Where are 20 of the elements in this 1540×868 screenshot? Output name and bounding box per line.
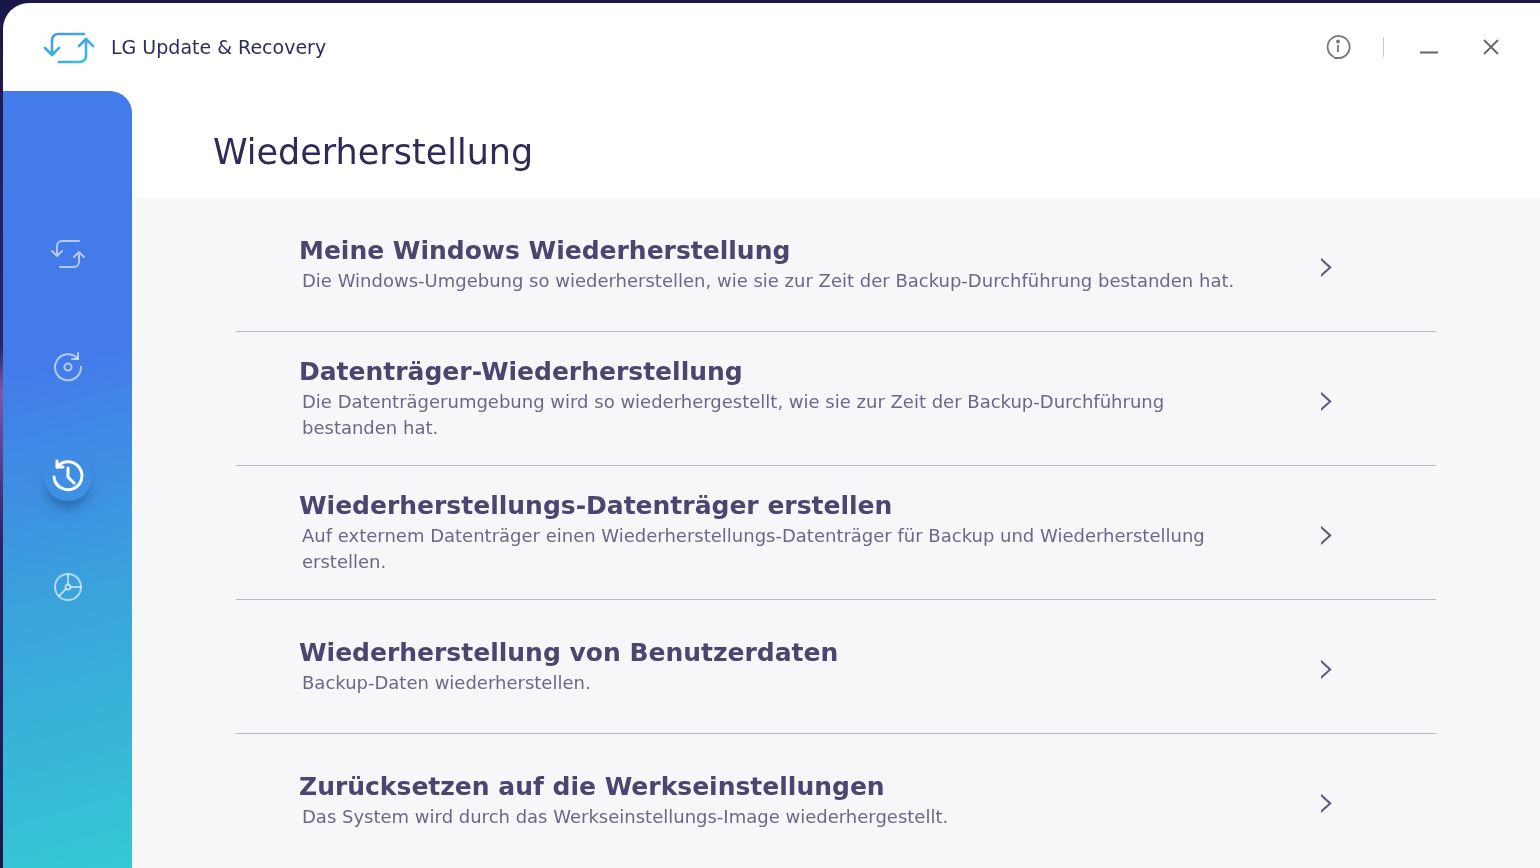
close-icon bbox=[1481, 37, 1501, 57]
option-description: Die Windows-Umgebung so wiederherstellen, wie sie zur Zeit der Backup-Durchführung bestanden hat. bbox=[301, 268, 1236, 293]
option-title[interactable]: Wiederherstellungs-Datenträger erstellen bbox=[299, 490, 1278, 520]
option-title[interactable]: Meine Windows Wiederherstellung bbox=[299, 235, 1278, 265]
option-description: Das System wird durch das Werkseinstellungs-Image wiederhergestellt. bbox=[301, 805, 950, 829]
page-heading: Wiederherstellung bbox=[212, 131, 535, 174]
option-description: Die Datenträgerumgebung wird so wiederhergestellt, wie sie zur Zeit der Backup-Durchführung bestanden hat. bbox=[301, 389, 1166, 440]
chevron-right[interactable]: › bbox=[1317, 241, 1336, 288]
option-title[interactable]: Zurücksetzen auf die Werkseinstellungen bbox=[299, 772, 1278, 801]
chevron-right[interactable]: › bbox=[1317, 778, 1336, 824]
window-title: LG Update & Recovery bbox=[111, 36, 327, 58]
chevron-right[interactable]: › bbox=[1317, 509, 1336, 556]
option-title[interactable]: Datenträger-Wiederherstellung bbox=[299, 356, 1278, 386]
chevron-right[interactable]: › bbox=[1317, 643, 1336, 690]
option-description: Auf externem Datenträger einen Wiederherstellungs-Datenträger für Backup und Wiederherstellung erstellen. bbox=[301, 523, 1206, 574]
chevron-right[interactable]: › bbox=[1317, 375, 1336, 422]
option-title[interactable]: Wiederherstellung von Benutzerdaten bbox=[299, 637, 1278, 667]
minimize-icon bbox=[1419, 50, 1439, 54]
option-description: Backup-Daten wiederherstellen. bbox=[301, 670, 592, 695]
info-icon bbox=[1325, 34, 1351, 60]
